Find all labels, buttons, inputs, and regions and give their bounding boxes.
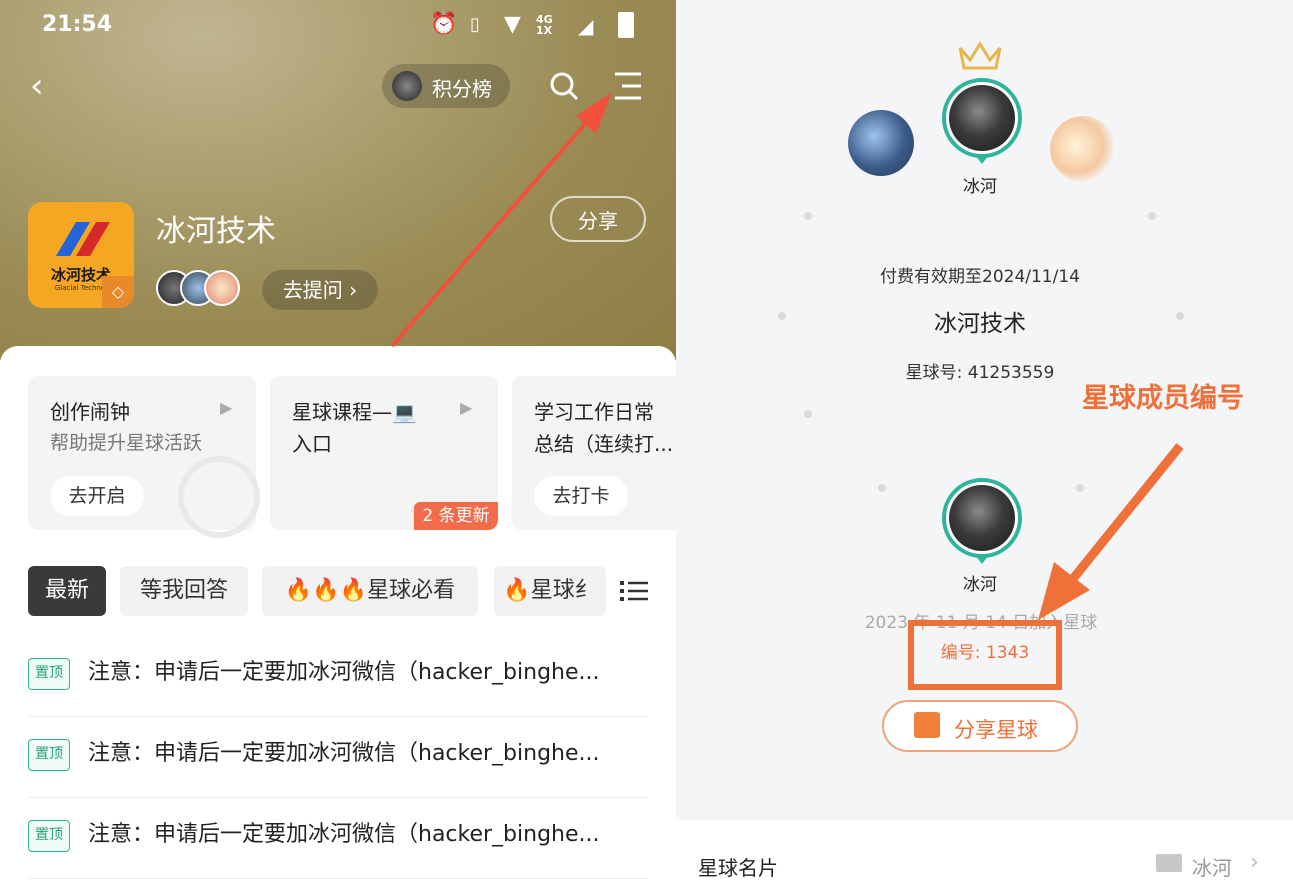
group-card-label: 星球名片	[698, 856, 778, 880]
id-card-icon	[1156, 854, 1182, 872]
right-screenshot: 冰河 付费有效期至2024/11/14 冰河技术 星球号: 41253559 星…	[676, 0, 1293, 893]
group-card-row[interactable]: 星球名片 冰河 ›	[676, 820, 1293, 893]
annotation-arrow	[390, 92, 612, 348]
share-group-label: 分享星球	[954, 718, 1038, 742]
chevron-right-icon: ›	[1250, 850, 1259, 875]
share-group-button[interactable]: 分享星球	[882, 700, 1078, 752]
group-card-value: 冰河	[1192, 856, 1232, 880]
left-screenshot: 21:54 ⏰ ▯ ▼ 4G 1X ◢ ‹ 积分榜 冰河技术 Glacial T…	[0, 0, 676, 893]
annotation-arrow	[1038, 443, 1184, 620]
gift-icon	[914, 712, 940, 738]
